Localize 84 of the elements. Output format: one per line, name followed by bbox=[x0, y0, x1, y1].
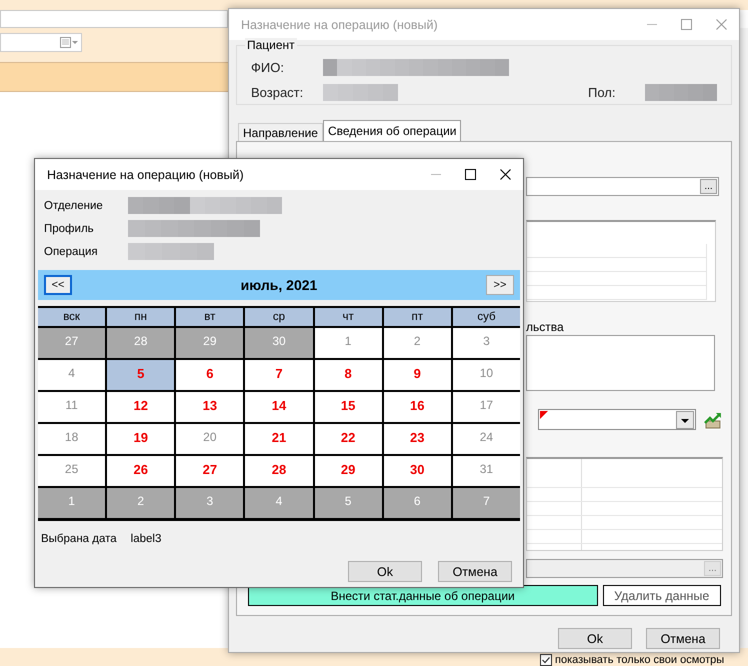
field-label: Пол: bbox=[588, 85, 616, 100]
tab[interactable]: Направление bbox=[238, 123, 323, 141]
calendar-day[interactable]: 26 bbox=[107, 456, 174, 486]
calendar-day[interactable]: 6 bbox=[176, 360, 244, 390]
calendar-day[interactable]: 3 bbox=[176, 488, 244, 518]
calendar-day[interactable]: 5 bbox=[314, 488, 382, 518]
calendar-day[interactable]: 28 bbox=[107, 328, 174, 358]
field-label: Возраст: bbox=[251, 85, 304, 100]
calendar-day[interactable]: 22 bbox=[314, 424, 382, 454]
calendar-day[interactable]: 15 bbox=[314, 392, 382, 422]
calendar-day[interactable]: 11 bbox=[38, 392, 106, 422]
calendar-day[interactable]: 5 bbox=[107, 360, 174, 390]
maximize-icon[interactable] bbox=[465, 169, 476, 180]
field-label: ФИО: bbox=[251, 60, 285, 75]
checkbox[interactable] bbox=[540, 654, 552, 666]
month-title: июль, 2021 bbox=[240, 277, 318, 293]
field-label: Выбрана дата bbox=[41, 533, 117, 545]
calendar-day[interactable]: 27 bbox=[176, 456, 244, 486]
field-label: Профиль bbox=[44, 222, 95, 234]
calendar-day[interactable]: 28 bbox=[245, 456, 313, 486]
calendar-day[interactable]: 2 bbox=[384, 328, 451, 358]
calendar-day[interactable]: 4 bbox=[38, 360, 106, 390]
text-field[interactable]: ... bbox=[526, 177, 719, 196]
delete-button[interactable]: Удалить данные bbox=[602, 585, 721, 606]
calendar-day[interactable]: 30 bbox=[245, 328, 313, 358]
calendar-day[interactable]: 9 bbox=[384, 360, 451, 390]
calendar-day[interactable]: 4 bbox=[245, 488, 313, 518]
ok-button[interactable]: Ok bbox=[558, 628, 632, 649]
cancel-button[interactable]: Отмена bbox=[646, 628, 720, 649]
calendar-day[interactable]: 19 bbox=[107, 424, 174, 454]
calendar-day[interactable]: 1 bbox=[314, 328, 382, 358]
calendar-day[interactable]: 24 bbox=[452, 424, 520, 454]
calendar-day[interactable]: 25 bbox=[38, 456, 106, 486]
calendar-day[interactable]: 16 bbox=[384, 392, 451, 422]
calendar-day[interactable]: 17 bbox=[452, 392, 520, 422]
window-title: Назначение на операцию (новый) bbox=[241, 18, 438, 32]
chart-up-icon[interactable] bbox=[704, 410, 722, 428]
calendar-day[interactable]: 27 bbox=[38, 328, 106, 358]
weekday-header: пт bbox=[384, 308, 451, 326]
flag-icon bbox=[540, 411, 548, 419]
calendar-day[interactable]: 21 bbox=[245, 424, 313, 454]
calendar-day[interactable]: 29 bbox=[176, 328, 244, 358]
field-value: label3 bbox=[130, 533, 162, 545]
calendar-day[interactable]: 7 bbox=[245, 360, 313, 390]
calendar-day[interactable]: 18 bbox=[38, 424, 106, 454]
calendar-day[interactable]: 2 bbox=[107, 488, 174, 518]
calendar-day[interactable]: 13 bbox=[176, 392, 244, 422]
weekday-header: суб bbox=[452, 308, 520, 326]
next-month-button[interactable]: >> bbox=[486, 275, 514, 295]
calendar-day[interactable]: 31 bbox=[452, 456, 520, 486]
calendar-day[interactable]: 10 bbox=[452, 360, 520, 390]
window-title: Назначение на операцию (новый) bbox=[47, 168, 244, 182]
calendar-icon bbox=[60, 36, 78, 48]
calendar-day[interactable]: 3 bbox=[452, 328, 520, 358]
calendar-day[interactable]: 23 bbox=[384, 424, 451, 454]
calendar-day[interactable]: 20 bbox=[176, 424, 244, 454]
ok-button[interactable]: Ok bbox=[348, 561, 422, 582]
field-label: Отделение bbox=[44, 200, 104, 212]
previous-month-button[interactable]: << bbox=[44, 275, 72, 295]
date-picker[interactable] bbox=[0, 33, 82, 52]
calendar-day[interactable]: 12 bbox=[107, 392, 174, 422]
text-field[interactable] bbox=[0, 10, 228, 28]
group-title: Пациент bbox=[245, 38, 297, 52]
close-icon[interactable] bbox=[500, 169, 511, 180]
cancel-button[interactable]: Отмена bbox=[438, 561, 512, 582]
calendar-day[interactable]: 8 bbox=[314, 360, 382, 390]
calendar-day[interactable]: 6 bbox=[384, 488, 451, 518]
checkbox-label: показывать только свои осмотры bbox=[555, 654, 724, 666]
weekday-header: вт bbox=[176, 308, 244, 326]
field-label: льства bbox=[526, 320, 565, 334]
calendar-day[interactable]: 14 bbox=[245, 392, 313, 422]
weekday-header: вск bbox=[38, 308, 106, 326]
text-area[interactable] bbox=[526, 335, 715, 391]
weekday-header: чт bbox=[314, 308, 382, 326]
calendar-day[interactable]: 30 bbox=[384, 456, 451, 486]
weekday-header: ср bbox=[245, 308, 313, 326]
weekday-header: пн bbox=[107, 308, 174, 326]
browse-button[interactable]: ... bbox=[700, 179, 717, 194]
calendar-day[interactable]: 7 bbox=[452, 488, 520, 518]
redacted-value bbox=[645, 84, 717, 101]
calendar-day[interactable]: 1 bbox=[38, 488, 106, 518]
tab[interactable]: Сведения об операции bbox=[322, 120, 462, 141]
field-label: Операция bbox=[44, 246, 99, 258]
calendar-day[interactable]: 29 bbox=[314, 456, 382, 486]
